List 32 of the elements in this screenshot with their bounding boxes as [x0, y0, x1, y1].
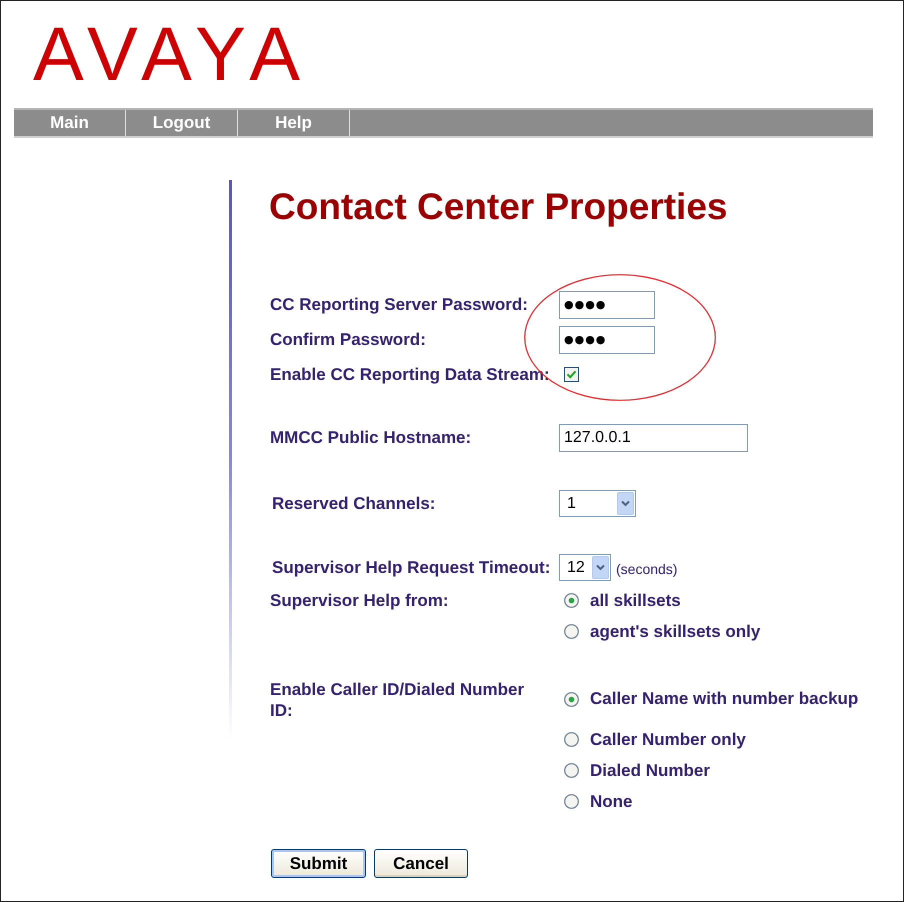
radio-button[interactable]: [564, 732, 579, 747]
field-label: Reserved Channels:: [272, 494, 436, 512]
select-field[interactable]: 12: [559, 554, 611, 581]
option-label: Caller Number only: [590, 728, 746, 751]
radio-button[interactable]: [564, 593, 579, 608]
password-field[interactable]: ●●●●: [559, 290, 655, 318]
chevron-down-icon: [617, 492, 634, 515]
radio-button[interactable]: [564, 692, 579, 706]
option-label: Dialed Number: [590, 760, 710, 782]
radio-button[interactable]: [564, 624, 579, 639]
unit-label: (seconds): [616, 560, 678, 579]
checkbox[interactable]: [564, 367, 579, 382]
field-label: Supervisor Help from:: [270, 590, 449, 611]
password-field[interactable]: ●●●●: [559, 326, 655, 354]
radio-button[interactable]: [564, 794, 579, 809]
field-label: MMCC Public Hostname:: [270, 428, 472, 446]
option-label: all skillsets: [590, 590, 681, 612]
field-label: Confirm Password:: [270, 330, 426, 348]
text-field[interactable]: 127.0.0.1: [559, 424, 748, 452]
field-label: Enable Caller ID/Dialed Number ID:: [270, 679, 526, 721]
option-label: None: [590, 790, 632, 813]
field-label: CC Reporting Server Password:: [270, 294, 528, 314]
field-label: Supervisor Help Request Timeout:: [272, 558, 550, 576]
option-label: agent's skillsets only: [590, 620, 760, 643]
submit-button[interactable]: Submit: [271, 849, 366, 878]
chevron-down-icon: [592, 556, 609, 579]
page-title: Contact Center Properties: [269, 186, 728, 228]
cancel-button[interactable]: Cancel: [374, 849, 468, 878]
option-label: Caller Name with number backup: [590, 688, 858, 710]
radio-button[interactable]: [564, 763, 579, 778]
brand-logo: AVAYA: [33, 17, 309, 93]
select-field[interactable]: 1: [559, 490, 636, 517]
